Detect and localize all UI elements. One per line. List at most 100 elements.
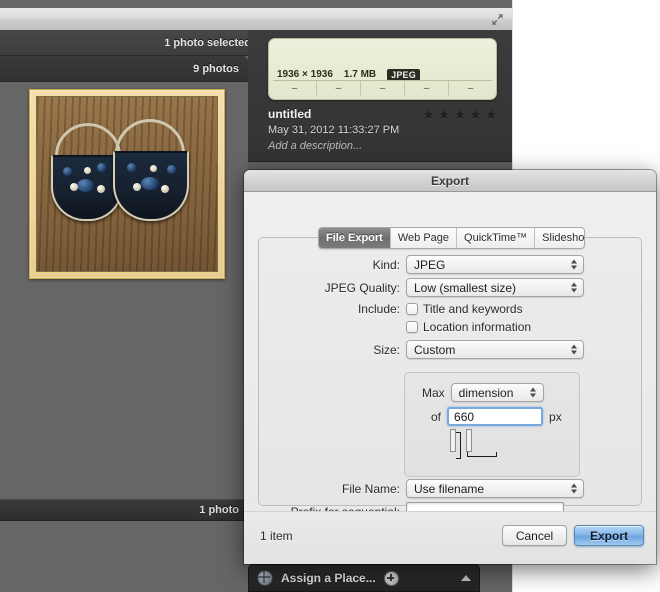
star-speck — [645, 150, 647, 152]
exif-cell: – — [360, 81, 404, 96]
chevron-updown-icon — [570, 258, 577, 271]
max-label: Max — [422, 385, 445, 400]
cancel-button[interactable]: Cancel — [502, 525, 567, 546]
star-speck — [630, 114, 632, 116]
max-dimension-popup[interactable]: dimension — [450, 383, 544, 402]
triangle-up-icon[interactable] — [461, 575, 471, 581]
star-speck — [577, 574, 579, 576]
assign-place-label: Assign a Place... — [281, 571, 376, 585]
chevron-updown-icon — [570, 281, 577, 294]
star-speck — [639, 2, 641, 4]
dialog-footer: 1 item Cancel Export — [244, 511, 656, 564]
star-speck — [629, 45, 631, 47]
format-badge: JPEG — [387, 68, 420, 81]
selection-status-bar: 1 photo selected — [0, 30, 260, 56]
star-speck — [625, 140, 627, 142]
item-count-label: 1 item — [260, 529, 293, 543]
of-label: of — [431, 409, 442, 424]
landscape-icon — [466, 429, 472, 452]
star-speck — [610, 584, 612, 586]
exif-detail-cells: – – – – – — [273, 80, 492, 96]
checkbox-label: Title and keywords — [423, 302, 523, 316]
star-speck — [513, 113, 515, 115]
orientation-buttons — [450, 429, 497, 459]
photo-title[interactable]: untitled — [268, 107, 311, 121]
star-icon[interactable]: ★ — [454, 108, 466, 121]
star-speck — [538, 49, 540, 51]
checkbox-title-and-keywords[interactable]: Title and keywords — [406, 302, 531, 316]
photo-count-bottom-bar: 1 photo — [0, 499, 248, 521]
photo-info-panel: 1936 × 1936 1.7 MB JPEG – – – – – untitl… — [248, 30, 512, 162]
globe-icon — [257, 570, 273, 586]
photo-title-row: untitled ★ ★ ★ ★ ★ — [268, 107, 497, 121]
max-dimension-value: dimension — [458, 385, 514, 400]
export-tab-bar[interactable]: File Export Web Page QuickTime™ Slidesho… — [318, 227, 585, 249]
kind-label: Kind: — [372, 257, 400, 272]
photos-count-bar: 9 photos — [0, 56, 248, 82]
exif-cell: – — [404, 81, 448, 96]
export-dialog: Export File Export Web Page QuickTime™ S… — [244, 170, 656, 564]
photo-dimensions: 1936 × 1936 — [277, 69, 333, 80]
star-speck — [539, 116, 541, 118]
assign-place-bar[interactable]: Assign a Place... — [248, 564, 480, 592]
star-speck — [644, 162, 646, 164]
photo-thumbnail-selected[interactable] — [29, 89, 225, 279]
photo-date: May 31, 2012 11:33:27 PM — [268, 124, 400, 136]
star-speck — [645, 37, 647, 39]
star-speck — [516, 6, 518, 8]
checkbox-location-information[interactable]: Location information — [406, 320, 531, 334]
checkbox-icon[interactable] — [406, 303, 418, 315]
of-value-row: of 660 px — [431, 407, 562, 426]
chevron-updown-icon — [570, 343, 577, 356]
export-button[interactable]: Export — [574, 525, 644, 546]
jpeg-quality-popup[interactable]: Low (smallest size) — [406, 278, 584, 297]
portrait-icon — [450, 429, 456, 452]
dialog-title: Export — [244, 170, 656, 192]
file-name-value: Use filename — [414, 481, 485, 496]
photos-count-text: 9 photos — [193, 62, 239, 75]
size-value: Custom — [414, 342, 456, 357]
tab-file-export[interactable]: File Export — [319, 228, 390, 248]
kind-popup[interactable]: JPEG — [406, 255, 584, 274]
custom-size-group: Max dimension of 660 px — [404, 372, 580, 477]
star-speck — [657, 451, 659, 453]
star-speck — [555, 141, 557, 143]
include-label: Include: — [357, 302, 400, 316]
star-icon[interactable]: ★ — [438, 108, 450, 121]
orientation-portrait-button[interactable] — [450, 429, 461, 459]
size-popup[interactable]: Custom — [406, 340, 584, 359]
max-pixels-input[interactable]: 660 — [447, 407, 544, 426]
px-unit-label: px — [549, 409, 562, 424]
chevron-updown-icon — [530, 386, 537, 399]
photo-file-size: 1.7 MB — [343, 69, 377, 80]
orientation-landscape-button[interactable] — [466, 429, 497, 457]
max-pixels-value: 660 — [454, 409, 475, 424]
exif-cell: – — [291, 83, 298, 94]
file-name-popup[interactable]: Use filename — [406, 479, 584, 498]
window-titlebar — [0, 8, 512, 31]
star-speck — [627, 86, 629, 88]
add-circle-icon[interactable] — [383, 570, 399, 586]
photo-description-field[interactable]: Add a description... — [268, 140, 500, 152]
jpeg-quality-label: JPEG Quality: — [324, 280, 400, 295]
tab-quicktime[interactable]: QuickTime™ — [456, 228, 534, 248]
tab-web-page[interactable]: Web Page — [389, 228, 456, 248]
star-icon[interactable]: ★ — [423, 108, 435, 121]
dialog-body: File Export Web Page QuickTime™ Slidesho… — [244, 192, 656, 564]
fullscreen-arrows-icon[interactable] — [489, 11, 506, 27]
size-label: Size: — [373, 342, 400, 357]
exif-cell: – — [316, 81, 360, 96]
tab-slideshow[interactable]: Slideshow — [534, 228, 584, 248]
selection-status-text: 1 photo selected — [164, 36, 251, 49]
star-icon[interactable]: ★ — [470, 108, 482, 121]
jpeg-quality-value: Low (smallest size) — [414, 280, 517, 295]
star-speck — [604, 72, 606, 74]
checkbox-icon[interactable] — [406, 321, 418, 333]
max-dimension-row: Max dimension — [422, 383, 544, 402]
file-name-label: File Name: — [341, 481, 400, 496]
star-speck — [553, 145, 555, 147]
star-icon[interactable]: ★ — [485, 108, 497, 121]
photo-grid[interactable] — [0, 82, 248, 499]
star-speck — [557, 45, 558, 47]
star-rating[interactable]: ★ ★ ★ ★ ★ — [423, 108, 497, 121]
